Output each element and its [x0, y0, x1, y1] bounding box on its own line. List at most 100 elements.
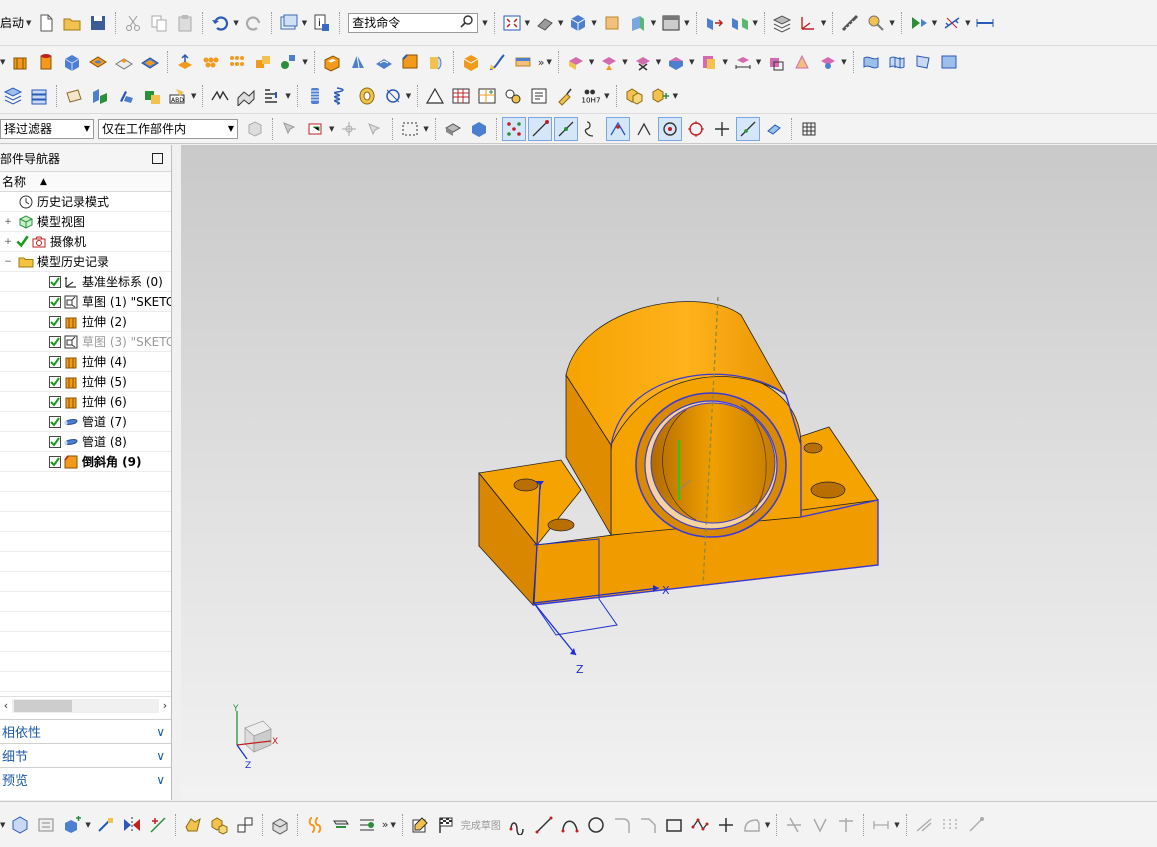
scroll-left-icon[interactable]: ‹ [0, 699, 12, 712]
thicken-icon[interactable] [511, 50, 535, 74]
group-face-icon[interactable] [764, 50, 788, 74]
selection-scope-select[interactable]: 仅在工作部件内 ▼ [98, 118, 238, 139]
explode-view-icon[interactable] [233, 813, 257, 837]
tree-row[interactable]: 草图 (3) "SKETCH_ [0, 332, 171, 352]
delete-face-icon[interactable] [631, 50, 655, 74]
tree-row[interactable]: 拉伸 (2) [0, 312, 171, 332]
n-sided-surface-icon[interactable] [911, 50, 935, 74]
snap-grid-icon[interactable] [797, 117, 821, 141]
move-handle-icon[interactable] [94, 813, 118, 837]
point-icon[interactable] [714, 813, 738, 837]
datum-plane-icon[interactable] [277, 50, 301, 74]
maximize-icon[interactable] [152, 152, 163, 164]
tree-row[interactable]: 基准坐标系 (0) [0, 272, 171, 292]
copy-icon[interactable] [147, 11, 171, 35]
snap-endpoint-icon[interactable] [527, 116, 552, 141]
fillet-icon[interactable] [610, 813, 634, 837]
bottom-more-button[interactable]: » [382, 818, 389, 831]
snap-control-point-icon[interactable] [580, 117, 604, 141]
hole-icon[interactable] [86, 50, 110, 74]
visibility-checkbox[interactable] [49, 315, 61, 328]
panel-dependencies[interactable]: 相依性 ∨ [0, 719, 171, 743]
shell-icon[interactable] [320, 50, 344, 74]
command-search-input[interactable]: 查找命令 [348, 12, 479, 33]
scroll-right-icon[interactable]: › [159, 699, 171, 712]
redo-icon[interactable] [242, 11, 266, 35]
extrude-icon[interactable] [8, 50, 32, 74]
deselect-icon[interactable] [363, 117, 387, 141]
move-to-layer-icon[interactable] [27, 84, 51, 108]
tree-row[interactable]: 拉伸 (6) [0, 392, 171, 412]
launch-dropdown-arrow[interactable]: ▼ [26, 19, 31, 27]
tree-row[interactable]: 管道 (8) [0, 432, 171, 452]
checkmark-icon[interactable] [16, 235, 29, 248]
note-icon[interactable] [527, 84, 551, 108]
mirror-icon[interactable] [120, 813, 144, 837]
general-select-icon[interactable] [278, 117, 302, 141]
sweep-icon[interactable] [485, 50, 509, 74]
spline-profile-icon[interactable] [208, 84, 232, 108]
pull-face-icon[interactable] [597, 50, 621, 74]
assembly-selection-icon[interactable] [243, 117, 267, 141]
profile-icon[interactable] [506, 813, 530, 837]
face-select-icon[interactable] [441, 117, 465, 141]
routing-icon[interactable] [381, 84, 405, 108]
wcs-icon[interactable] [796, 11, 820, 35]
gear-parts-icon[interactable] [501, 84, 525, 108]
fit-view-icon[interactable] [500, 11, 524, 35]
assembly-constraint-icon[interactable] [728, 11, 752, 35]
polygon-icon[interactable] [688, 813, 712, 837]
play-motion-icon[interactable] [907, 11, 931, 35]
spring-icon[interactable] [329, 84, 353, 108]
panel-details[interactable]: 细节 ∨ [0, 743, 171, 767]
visibility-checkbox[interactable] [49, 355, 61, 368]
edge-blend-icon[interactable] [372, 50, 396, 74]
surface-through-curves-icon[interactable] [859, 50, 883, 74]
undo-icon[interactable] [208, 11, 232, 35]
tolerance-fit-icon[interactable]: 10H7 [579, 84, 603, 108]
align-icon[interactable] [146, 813, 170, 837]
visibility-checkbox[interactable] [49, 295, 61, 308]
auto-constraint-icon[interactable] [964, 813, 988, 837]
flow-icon[interactable] [355, 813, 379, 837]
tree-row[interactable]: 草图 (1) "SKETCH_ [0, 292, 171, 312]
new-file-icon[interactable] [34, 11, 58, 35]
block-icon[interactable] [60, 50, 84, 74]
feature-select-icon[interactable] [304, 117, 328, 141]
rectangle-select-icon[interactable] [398, 117, 422, 141]
column-header-name[interactable]: 名称 ▲ [0, 172, 171, 192]
assembly-tree-icon[interactable] [8, 813, 32, 837]
mounting-hole-left-front[interactable] [547, 518, 575, 532]
geometric-constraint-icon[interactable] [912, 813, 936, 837]
paste-icon[interactable] [173, 11, 197, 35]
ruler-icon[interactable] [973, 11, 997, 35]
tree-row[interactable]: + 模型视图 [0, 212, 171, 232]
linear-dimension-face-icon[interactable] [731, 50, 755, 74]
abd-toolkit-icon[interactable]: ABD [166, 84, 190, 108]
tree-row[interactable]: 管道 (7) [0, 412, 171, 432]
surface-fold-icon[interactable] [234, 84, 258, 108]
unite-icon[interactable] [251, 50, 275, 74]
render-style-icon[interactable] [533, 11, 557, 35]
thread-cylinder-icon[interactable] [303, 84, 327, 108]
launch-menu[interactable]: 启动 [0, 14, 24, 31]
move-component-icon[interactable] [702, 11, 726, 35]
visibility-checkbox[interactable] [49, 395, 61, 408]
window-icon[interactable] [277, 11, 301, 35]
make-coplanar-icon[interactable] [697, 50, 721, 74]
reuse-library-icon[interactable] [622, 84, 646, 108]
wave-geometry-icon[interactable] [268, 813, 292, 837]
panel-preview[interactable]: 预览 ∨ [0, 767, 171, 791]
row2-more-button[interactable]: » [538, 56, 545, 69]
finish-sketch-flag-icon[interactable] [434, 813, 458, 837]
trim-body-icon[interactable] [424, 50, 448, 74]
finish-sketch-label[interactable]: 完成草图 [461, 817, 501, 832]
studio-surface-icon[interactable] [885, 50, 909, 74]
section-view-icon[interactable] [626, 11, 650, 35]
resize-blend-icon[interactable] [790, 50, 814, 74]
reference-set-icon[interactable] [34, 813, 58, 837]
grid-add-icon[interactable] [475, 84, 499, 108]
shaded-cube-icon[interactable] [566, 11, 590, 35]
visibility-checkbox[interactable] [49, 415, 61, 428]
expand-icon[interactable]: + [4, 217, 12, 227]
